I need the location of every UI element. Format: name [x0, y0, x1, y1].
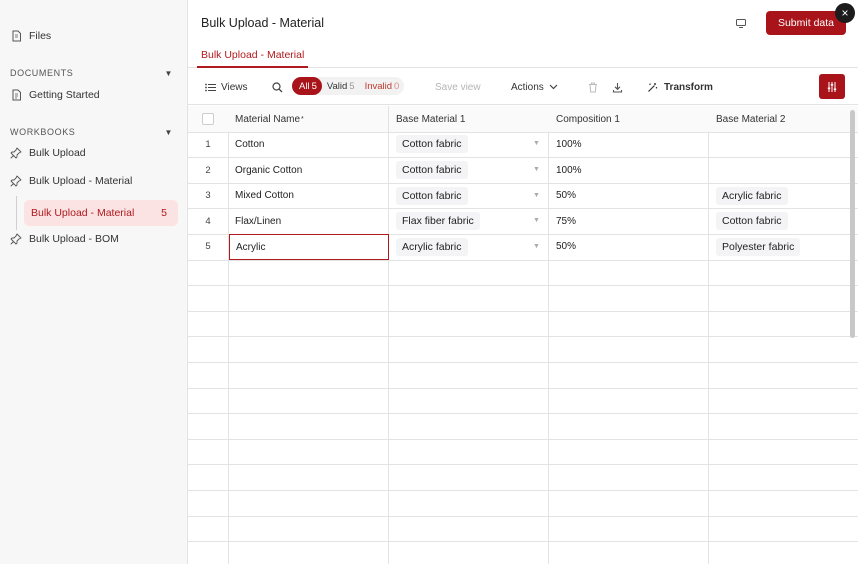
row-number: 3: [205, 190, 211, 201]
column-header-label: Material Name: [235, 113, 301, 125]
column-header-base-material-1[interactable]: Base Material 1: [389, 106, 549, 132]
filter-invalid-label: Invalid: [364, 80, 393, 92]
workbooks-section-header[interactable]: WORKBOOKS ▼: [10, 125, 173, 139]
monitor-icon[interactable]: [734, 16, 748, 30]
sidebar-item-label: Bulk Upload: [29, 147, 86, 159]
caret-down-icon: ▼: [164, 127, 173, 137]
download-icon[interactable]: [612, 69, 623, 105]
cell-material-name-selected[interactable]: Acrylic: [229, 234, 389, 260]
cell-composition-1[interactable]: 50%: [549, 183, 709, 208]
actions-label: Actions: [511, 81, 544, 93]
vertical-scrollbar[interactable]: [850, 110, 855, 338]
file-icon: [10, 30, 22, 42]
document-icon: [10, 89, 22, 101]
caret-down-icon[interactable]: ▼: [533, 243, 540, 250]
filter-valid[interactable]: Valid 5: [322, 77, 360, 95]
column-header-base-material-2[interactable]: Base Material 2: [709, 106, 858, 132]
page-title: Bulk Upload - Material: [201, 16, 324, 30]
cell-base-material-1[interactable]: Cotton fabric: [396, 135, 468, 153]
column-header-material-name[interactable]: Material Name *: [228, 106, 388, 132]
row-number: 1: [205, 139, 211, 150]
cell-composition-1[interactable]: 100%: [549, 158, 709, 183]
cell-composition-1[interactable]: 50%: [549, 234, 709, 259]
save-view-button[interactable]: Save view: [435, 69, 481, 105]
close-icon[interactable]: ×: [835, 3, 855, 23]
chevron-down-icon: [549, 84, 558, 90]
tab-bulk-upload-material[interactable]: Bulk Upload - Material: [197, 44, 309, 68]
sheet-label: Bulk Upload - Material: [31, 207, 135, 219]
views-button[interactable]: Views: [205, 69, 248, 105]
filter-valid-count: 5: [349, 80, 355, 92]
cell-material-name[interactable]: Mixed Cotton: [228, 183, 388, 208]
sidebar-item-active-sheet[interactable]: Bulk Upload - Material 5: [24, 200, 178, 226]
caret-down-icon[interactable]: ▼: [533, 192, 540, 199]
filter-all-count: 5: [311, 80, 317, 92]
sheet-count-badge: 5: [161, 207, 167, 219]
data-grid: Material Name * Base Material 1 Compositi…: [188, 106, 858, 564]
magic-wand-icon: [647, 82, 658, 93]
caret-down-icon[interactable]: ▼: [533, 166, 540, 173]
header: Bulk Upload - Material Submit data × Bul…: [188, 0, 858, 68]
sidebar-item-label: Bulk Upload - BOM: [29, 233, 119, 245]
documents-section-header[interactable]: DOCUMENTS ▼: [10, 66, 173, 80]
status-filter-group: All 5 Valid 5 Invalid 0: [292, 77, 405, 95]
cell-material-name[interactable]: Cotton: [228, 132, 388, 157]
cell-base-material-1[interactable]: Flax fiber fabric: [396, 212, 480, 230]
filter-invalid-count: 0: [394, 80, 400, 92]
toolbar: Views All 5 Valid 5 Invalid 0 Save view Act…: [188, 69, 858, 105]
sidebar-item-bulk-upload-material[interactable]: Bulk Upload - Material: [10, 172, 132, 190]
cell-base-material-1[interactable]: Cotton fabric: [396, 187, 468, 205]
column-header-composition-1[interactable]: Composition 1: [549, 106, 709, 132]
select-all-checkbox[interactable]: [202, 113, 214, 125]
transform-label: Transform: [664, 81, 713, 93]
sidebar-item-label: Getting Started: [29, 89, 100, 101]
sidebar: Files DOCUMENTS ▼ Getting Started WORKBO…: [0, 0, 188, 564]
sidebar-item-bulk-upload[interactable]: Bulk Upload: [10, 144, 86, 162]
app-window: Files DOCUMENTS ▼ Getting Started WORKBO…: [0, 0, 858, 564]
sidebar-item-label: Bulk Upload - Material: [29, 175, 133, 187]
submit-data-button[interactable]: Submit data: [766, 11, 846, 35]
section-title: DOCUMENTS: [10, 68, 74, 78]
trash-icon[interactable]: [588, 69, 598, 105]
cell-base-material-2[interactable]: Polyester fabric: [716, 238, 801, 256]
caret-down-icon: ▼: [164, 68, 173, 78]
sidebar-item-getting-started[interactable]: Getting Started: [10, 86, 100, 104]
cell-base-material-1[interactable]: Cotton fabric: [396, 161, 468, 179]
transform-button[interactable]: Transform: [647, 69, 713, 105]
cell-base-material-2[interactable]: Acrylic fabric: [716, 187, 788, 205]
caret-down-icon[interactable]: ▼: [533, 140, 540, 147]
cell-material-name[interactable]: Flax/Linen: [228, 209, 388, 234]
sidebar-item-files[interactable]: Files: [10, 27, 51, 45]
search-icon[interactable]: [272, 69, 283, 105]
row-number: 5: [205, 241, 211, 252]
section-title: WORKBOOKS: [10, 127, 76, 137]
cell-composition-1[interactable]: 100%: [549, 132, 709, 157]
filter-invalid[interactable]: Invalid 0: [360, 77, 405, 95]
row-number: 4: [205, 216, 211, 227]
row-number: 2: [205, 165, 211, 176]
views-label: Views: [221, 81, 248, 93]
cell-composition-1[interactable]: 75%: [549, 209, 709, 234]
cell-base-material-1[interactable]: Acrylic fabric: [396, 238, 468, 256]
sidebar-item-bulk-upload-bom[interactable]: Bulk Upload - BOM: [10, 230, 119, 248]
caret-down-icon[interactable]: ▼: [533, 217, 540, 224]
pin-icon: [10, 175, 22, 187]
required-marker: *: [301, 115, 304, 123]
filter-valid-label: Valid: [326, 80, 348, 92]
tree-guide-line: [16, 196, 17, 230]
pin-icon: [10, 147, 22, 159]
list-icon: [205, 83, 216, 92]
filter-all[interactable]: All 5: [292, 77, 322, 95]
pin-icon: [10, 233, 22, 245]
sidebar-item-label: Files: [29, 30, 52, 42]
cell-material-name[interactable]: Organic Cotton: [228, 158, 388, 183]
filter-settings-icon[interactable]: [819, 74, 845, 99]
filter-all-label: All: [299, 80, 310, 92]
cell-base-material-2[interactable]: Cotton fabric: [716, 212, 788, 230]
actions-button[interactable]: Actions: [511, 69, 558, 105]
